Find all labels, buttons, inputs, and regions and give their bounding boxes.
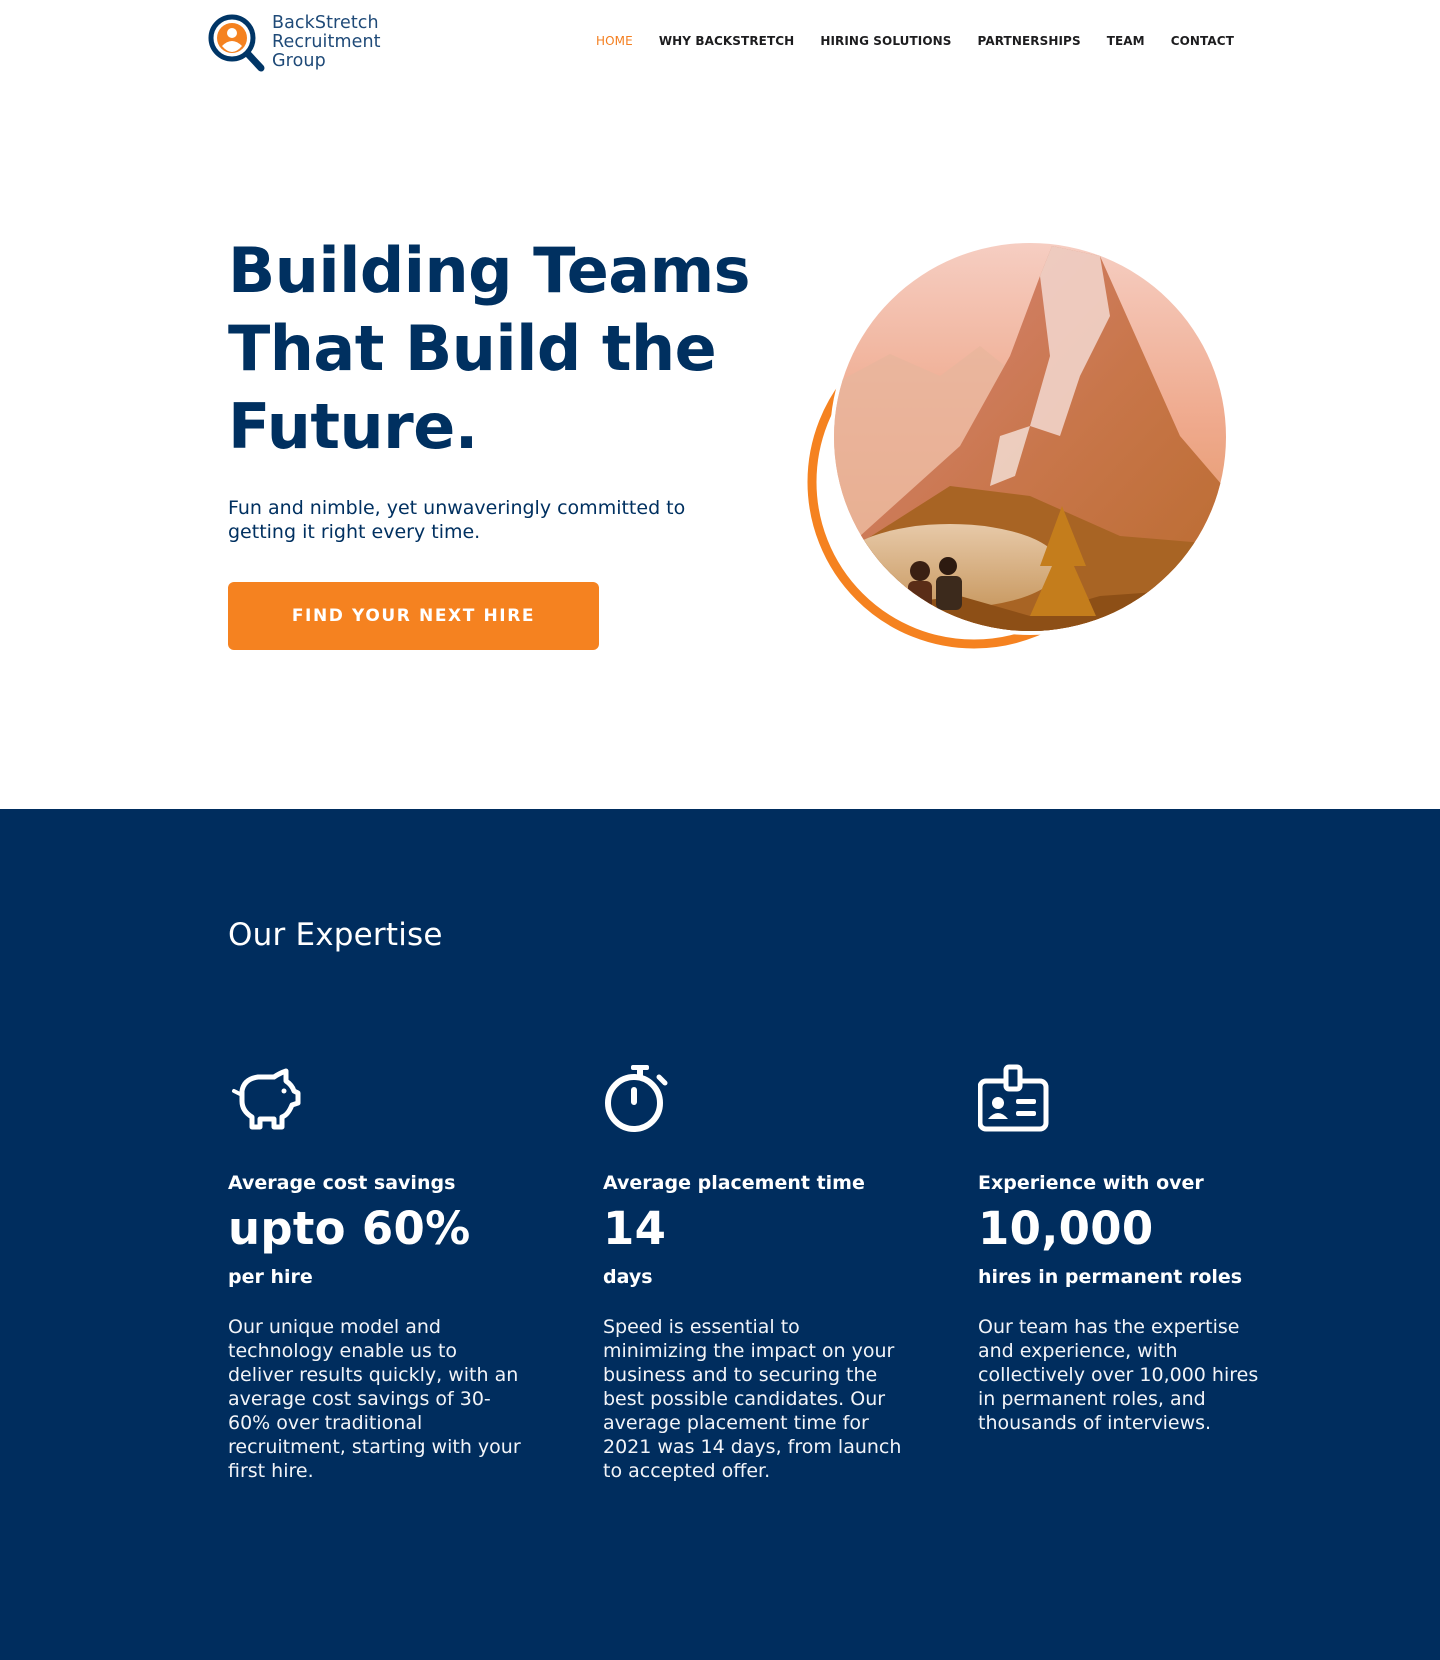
mountain-lake-photo: [807, 239, 1230, 649]
nav-why-backstretch[interactable]: WHY BACKSTRETCH: [659, 34, 795, 48]
card-value: upto 60%: [228, 1202, 471, 1255]
hero-title-line2: That Build the: [228, 312, 717, 385]
card-value: 14: [603, 1202, 667, 1255]
stopwatch-icon: [605, 1065, 668, 1132]
brand-logo[interactable]: BackStretch Recruitment Group: [206, 12, 381, 74]
brand-name-line3: Group: [272, 51, 326, 71]
piggy-bank-icon: [232, 1068, 301, 1130]
card-unit: per hire: [228, 1266, 313, 1288]
expertise-card-placement-time: Average placement time 14 days Speed is …: [603, 1061, 903, 1483]
hero-title: Building Teams That Build the Future.: [228, 232, 788, 466]
card-unit: hires in permanent roles: [978, 1266, 1243, 1288]
brand-name: BackStretch Recruitment Group: [272, 14, 381, 71]
brand-name-line2: Recruitment: [272, 32, 381, 52]
expertise-section: Our Expertise Average cost savings upto …: [0, 809, 1440, 1660]
hero-title-line3: Future.: [228, 390, 478, 463]
card-description: Our unique model and technology enable u…: [228, 1316, 521, 1482]
brand-name-line1: BackStretch: [272, 13, 379, 33]
id-badge-icon: [978, 1064, 1049, 1132]
card-description: Speed is essential to minimizing the imp…: [603, 1316, 902, 1482]
card-description: Our team has the expertise and experienc…: [978, 1316, 1259, 1434]
main-nav: HOME WHY BACKSTRETCH HIRING SOLUTIONS PA…: [596, 34, 1234, 48]
site-header: BackStretch Recruitment Group HOME WHY B…: [0, 0, 1440, 90]
magnifier-person-logo-icon: [208, 14, 265, 72]
card-label: Average placement time: [603, 1172, 865, 1194]
expertise-card-experience: Experience with over 10,000 hires in per…: [978, 1061, 1278, 1435]
card-value: 10,000: [978, 1202, 1154, 1255]
hero-subtitle: Fun and nimble, yet unwaveringly committ…: [228, 497, 686, 543]
hero-title-line1: Building Teams: [228, 234, 751, 307]
expertise-card-cost-savings: Average cost savings upto 60% per hire O…: [228, 1061, 528, 1483]
nav-team[interactable]: TEAM: [1107, 34, 1145, 48]
card-label: Average cost savings: [228, 1172, 456, 1194]
expertise-title: Our Expertise: [228, 917, 443, 953]
card-unit: days: [603, 1266, 653, 1288]
nav-hiring-solutions[interactable]: HIRING SOLUTIONS: [820, 34, 951, 48]
nav-home[interactable]: HOME: [596, 34, 633, 48]
nav-contact[interactable]: CONTACT: [1171, 34, 1234, 48]
find-next-hire-button[interactable]: FIND YOUR NEXT HIRE: [228, 582, 599, 650]
nav-partnerships[interactable]: PARTNERSHIPS: [978, 34, 1081, 48]
card-label: Experience with over: [978, 1172, 1204, 1194]
